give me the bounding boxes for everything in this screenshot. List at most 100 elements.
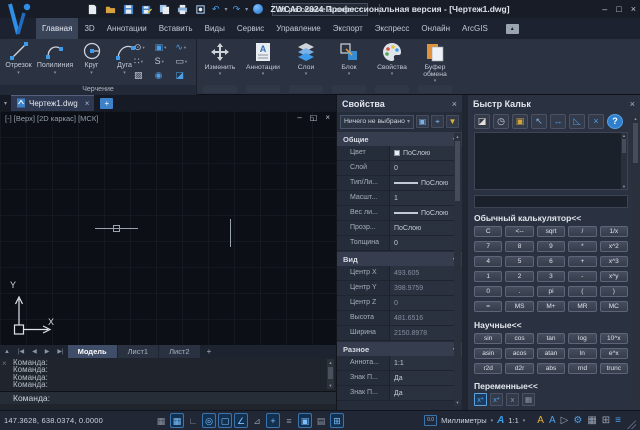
redo-icon[interactable]: ↷ [233,3,241,15]
grid-icon[interactable]: ▦ [154,413,168,428]
new-file-icon[interactable] [86,3,99,15]
calc-key-acos[interactable]: acos [505,348,533,359]
ribbon-tab-ArcGIS[interactable]: ArcGIS [456,18,494,39]
osnap-icon[interactable]: ▢ [218,413,232,428]
tool-spline[interactable]: S▾ [155,56,176,67]
calc-key-ln[interactable]: ln [568,348,596,359]
calc-key-8[interactable]: 8 [505,241,533,252]
property-value[interactable]: ПоСлою [389,221,462,235]
collapse-command-icon[interactable]: ▲ [0,349,14,355]
calc-key-rnd[interactable]: rnd [568,363,596,374]
distance-icon[interactable]: ↔ [550,114,566,129]
paste-to-command-icon[interactable]: ▣ [512,114,528,129]
close-icon[interactable]: × [325,113,330,122]
calc-key-6[interactable]: 6 [537,256,565,267]
clean-screen-icon[interactable]: ⊞ [330,413,344,428]
tool-revcloud[interactable]: ∿▾ [175,42,196,53]
redo-dropdown-icon[interactable]: ▾ [245,6,248,13]
calc-key-=[interactable]: = [474,301,502,312]
close-icon[interactable]: × [452,99,457,109]
calc-key-/[interactable]: / [568,226,596,237]
quickcalc-history-display[interactable]: ▲▼ [474,132,628,190]
calc-key-sin[interactable]: sin [474,333,502,344]
ribbon-tab-Аннотации[interactable]: Аннотации [101,18,153,39]
calc-key--[interactable]: - [568,271,596,282]
units-icon[interactable]: 0.0 [424,415,437,426]
prev-layout-icon[interactable]: ◀ [28,348,41,355]
save-icon[interactable] [122,3,135,15]
quick-select-icon[interactable]: ▼ [446,115,459,128]
properties-scrollbar[interactable]: ▲▼ [454,133,461,406]
annotation-scale-icon[interactable]: А [497,415,504,426]
close-icon[interactable]: × [630,99,635,109]
settings-gear-icon[interactable]: ⚙ [573,413,582,429]
calc-key-d2r[interactable]: d2r [505,363,533,374]
undo-dropdown-icon[interactable]: ▾ [225,6,228,13]
calc-key-1[interactable]: 1 [474,271,502,282]
viewport-controls[interactable]: [-] [Верх] [2D каркас] [МСК] [5,114,98,123]
select-objects-icon[interactable]: ⌖ [431,115,444,128]
calc-key-10^x[interactable]: 10^x [600,333,628,344]
calc-key-M+[interactable]: M+ [537,301,565,312]
tool-region[interactable]: ▣▾ [155,42,176,53]
tool-ellipse[interactable]: ⊙▾ [134,42,155,53]
calc-key-tan[interactable]: tan [537,333,565,344]
calc-key-<--[interactable]: <-- [505,226,533,237]
command-scrollbar[interactable]: ▲▼ [327,359,334,389]
ribbon-tab-Виды[interactable]: Виды [199,18,231,39]
maximize-icon[interactable]: □ [616,4,621,14]
calc-key-9[interactable]: 9 [537,241,565,252]
delete-variable-icon[interactable]: x [506,393,519,406]
calc-key-0[interactable]: 0 [474,286,502,297]
lineweight-icon[interactable]: ≡ [282,413,296,428]
display-scrollbar[interactable]: ▲▼ [621,133,627,189]
help-icon[interactable]: ? [607,114,623,129]
copy-icon[interactable] [158,3,171,15]
tool-wipeout[interactable]: ◪ [175,70,196,81]
history-icon[interactable]: ◷ [493,114,509,129]
property-value[interactable]: 1:1 [389,356,462,370]
minimize-icon[interactable]: – [602,4,607,14]
property-value[interactable]: 0 [389,161,462,175]
variables-section-label[interactable]: Переменные<< [474,381,640,391]
quickcalc-input[interactable] [474,195,628,208]
auto-annotation-scale-icon[interactable]: А [549,413,556,429]
property-value[interactable]: Да [389,371,462,385]
minimize-icon[interactable]: – [297,113,301,122]
chevron-down-icon[interactable]: ▾ [54,70,57,76]
layout-tab-Лист1[interactable]: Лист1 [118,345,158,358]
calc-key-log[interactable]: log [568,333,596,344]
calc-key-.[interactable]: . [505,286,533,297]
get-coordinates-icon[interactable]: ↖ [531,114,547,129]
chevron-down-icon[interactable]: ▾ [17,70,20,76]
ribbon-tab-Экспорт[interactable]: Экспорт [327,18,369,39]
menu-icon[interactable]: ≡ [615,413,621,429]
tool-line[interactable]: Отрезок▾ [2,40,35,76]
close-icon[interactable]: × [631,4,636,14]
tool-rectangle[interactable]: ▭▾ [175,56,196,67]
otrack-icon[interactable]: ∠ [234,413,248,428]
chevron-down-icon[interactable]: ▾ [123,70,126,76]
restore-icon[interactable]: ◱ [310,113,318,122]
polar-icon[interactable]: ◎ [202,413,216,428]
basic-calculator-section-label[interactable]: Обычный калькулятор<< [474,213,640,223]
chevron-down-icon[interactable]: ▾ [4,100,7,107]
calc-key-4[interactable]: 4 [474,256,502,267]
ortho-icon[interactable]: ∟ [186,413,200,428]
calc-key-x^3[interactable]: x^3 [600,256,628,267]
section-header-Разное[interactable]: Разное▾ [337,342,462,356]
button-properties[interactable]: Свойства▾ [372,40,412,94]
ribbon-tab-Управление[interactable]: Управление [270,18,326,39]
property-value[interactable]: ПоСлою [389,176,462,190]
first-layout-icon[interactable]: |◀ [14,348,28,355]
annotation-visibility-icon[interactable]: А [537,413,544,429]
property-value[interactable]: Да [389,386,462,400]
command-history[interactable]: Команда:Команда:Команда:Команда: [13,359,326,389]
ribbon-tab-Вставить[interactable]: Вставить [153,18,199,39]
new-variable-icon[interactable]: x* [474,393,487,406]
property-value[interactable]: 1 [389,191,462,205]
units-label[interactable]: Миллиметры [441,416,486,425]
section-header-Общие[interactable]: Общие▾ [337,132,462,146]
ribbon-tab-Сервис[interactable]: Сервис [231,18,270,39]
calc-key-x^y[interactable]: x^y [600,271,628,282]
